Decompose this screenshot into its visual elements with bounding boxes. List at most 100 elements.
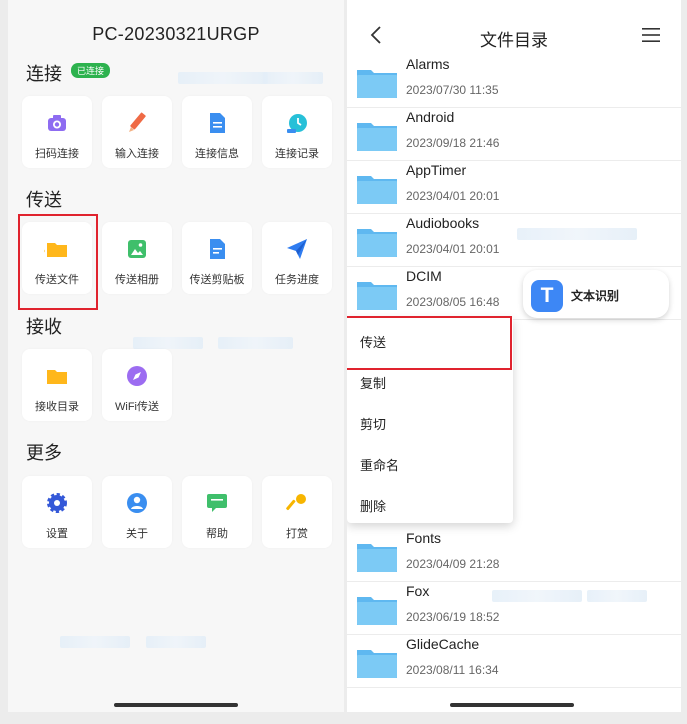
context-menu-item[interactable]: 传送: [347, 319, 513, 360]
send-file-tile[interactable]: 传送文件: [22, 222, 92, 294]
tile-label: 关于: [126, 528, 148, 540]
send-album-tile[interactable]: 传送相册: [102, 222, 172, 294]
connect-info-tile[interactable]: 连接信息: [182, 96, 252, 168]
connected-badge: 已连接: [71, 63, 111, 78]
tile-label: 扫码连接: [35, 148, 79, 160]
folder-icon: [44, 236, 70, 262]
context-menu-item[interactable]: 删除: [347, 483, 513, 524]
task-progress-tile[interactable]: 任务进度: [262, 222, 332, 294]
context-menu-label: 删除: [360, 499, 387, 514]
blurred-text: [263, 72, 323, 84]
pencil-icon: [124, 110, 150, 136]
file-name: Android: [406, 109, 455, 125]
tile-label: 传送剪贴板: [189, 274, 245, 286]
chat-bubble-icon: [204, 490, 230, 516]
context-menu-label: 复制: [360, 376, 387, 391]
settings-tile[interactable]: 设置: [22, 476, 92, 548]
folder-icon: [44, 363, 70, 389]
folder-icon: [357, 229, 397, 257]
file-date: 2023/09/18 21:46: [406, 136, 500, 150]
scan-connect-tile[interactable]: 扫码连接: [22, 96, 92, 168]
folder-icon: [357, 282, 397, 310]
paper-plane-icon: [284, 236, 310, 262]
blurred-text: [587, 590, 647, 602]
tile-label: 帮助: [206, 528, 228, 540]
file-date: 2023/08/11 16:34: [406, 663, 499, 677]
file-row[interactable]: Audiobooks 2023/04/01 20:01: [347, 214, 681, 267]
context-menu-item[interactable]: 复制: [347, 360, 513, 401]
file-date: 2023/04/01 20:01: [406, 242, 500, 256]
folder-icon: [357, 123, 397, 151]
blurred-text: [133, 337, 203, 349]
send-clipboard-tile[interactable]: 传送剪贴板: [182, 222, 252, 294]
section-title-more: 更多: [26, 443, 62, 463]
file-row[interactable]: Alarms 2023/07/30 11:35: [347, 55, 681, 108]
input-connect-tile[interactable]: 输入连接: [102, 96, 172, 168]
blurred-text: [178, 72, 268, 84]
gear-icon: [44, 490, 70, 516]
camera-icon: [44, 110, 70, 136]
file-name: AppTimer: [406, 162, 467, 178]
tile-label: 任务进度: [275, 274, 319, 286]
tile-label: 连接信息: [195, 148, 239, 160]
donate-tile[interactable]: 打赏: [262, 476, 332, 548]
blurred-text: [218, 337, 293, 349]
file-name: Fox: [406, 583, 430, 599]
user-icon: [124, 490, 150, 516]
file-name: GlideCache: [406, 636, 480, 652]
file-date: 2023/08/05 16:48: [406, 295, 500, 309]
menu-button[interactable]: [641, 26, 661, 44]
context-menu-item[interactable]: 重命名: [347, 442, 513, 483]
text-recognition-button[interactable]: T 文本识别: [523, 270, 669, 318]
context-menu-item[interactable]: 剪切: [347, 401, 513, 442]
home-indicator[interactable]: [450, 703, 574, 707]
text-recognition-icon: T: [531, 280, 563, 312]
file-row[interactable]: GlideCache 2023/08/11 16:34: [347, 635, 681, 688]
tile-label: 接收目录: [35, 401, 79, 413]
tile-label: 连接记录: [275, 148, 319, 160]
file-name: DCIM: [406, 268, 442, 284]
blurred-text: [146, 636, 206, 648]
home-indicator[interactable]: [114, 703, 238, 707]
context-menu: 传送复制剪切重命名删除: [347, 318, 513, 523]
file-date: 2023/07/30 11:35: [406, 83, 499, 97]
file-row[interactable]: Android 2023/09/18 21:46: [347, 108, 681, 161]
clipboard-icon: [204, 236, 230, 262]
file-name: Audiobooks: [406, 215, 480, 231]
home-panel: PC-20230321URGP 连接 已连接 扫码连接 输入连接 连接信息 连接…: [8, 0, 344, 712]
file-directory-panel: 文件目录 Alarms 2023/07/30 11:35 Android 2023/0…: [347, 0, 681, 712]
tile-label: 设置: [46, 528, 68, 540]
wifi-transfer-tile[interactable]: WiFi传送: [102, 349, 172, 421]
tile-label: 输入连接: [115, 148, 159, 160]
tile-label: 传送文件: [35, 274, 79, 286]
folder-icon: [357, 544, 397, 572]
section-title-send: 传送: [26, 190, 62, 210]
section-title-connect: 连接: [26, 64, 62, 84]
context-menu-label: 重命名: [360, 458, 400, 473]
about-tile[interactable]: 关于: [102, 476, 172, 548]
image-icon: [124, 236, 150, 262]
folder-icon: [357, 70, 397, 98]
tile-label: WiFi传送: [115, 401, 159, 413]
compass-icon: [124, 363, 150, 389]
blurred-text: [60, 636, 130, 648]
receive-directory-tile[interactable]: 接收目录: [22, 349, 92, 421]
file-row[interactable]: AppTimer 2023/04/01 20:01: [347, 161, 681, 214]
section-title-receive: 接收: [26, 317, 62, 337]
clock-icon: [284, 110, 310, 136]
context-menu-label: 剪切: [360, 417, 387, 432]
blurred-text: [517, 228, 637, 240]
help-tile[interactable]: 帮助: [182, 476, 252, 548]
connect-history-tile[interactable]: 连接记录: [262, 96, 332, 168]
file-date: 2023/04/09 21:28: [406, 557, 500, 571]
folder-icon: [357, 176, 397, 204]
key-icon: [284, 490, 310, 516]
text-recognition-label: 文本识别: [571, 289, 620, 303]
file-row[interactable]: Fonts 2023/04/09 21:28: [347, 529, 681, 582]
file-name: Alarms: [406, 56, 450, 72]
page-title: 文件目录: [480, 31, 548, 50]
file-name: Fonts: [406, 530, 442, 546]
folder-icon: [357, 650, 397, 678]
pc-name-title: PC-20230321URGP: [92, 24, 260, 44]
file-date: 2023/04/01 20:01: [406, 189, 500, 203]
